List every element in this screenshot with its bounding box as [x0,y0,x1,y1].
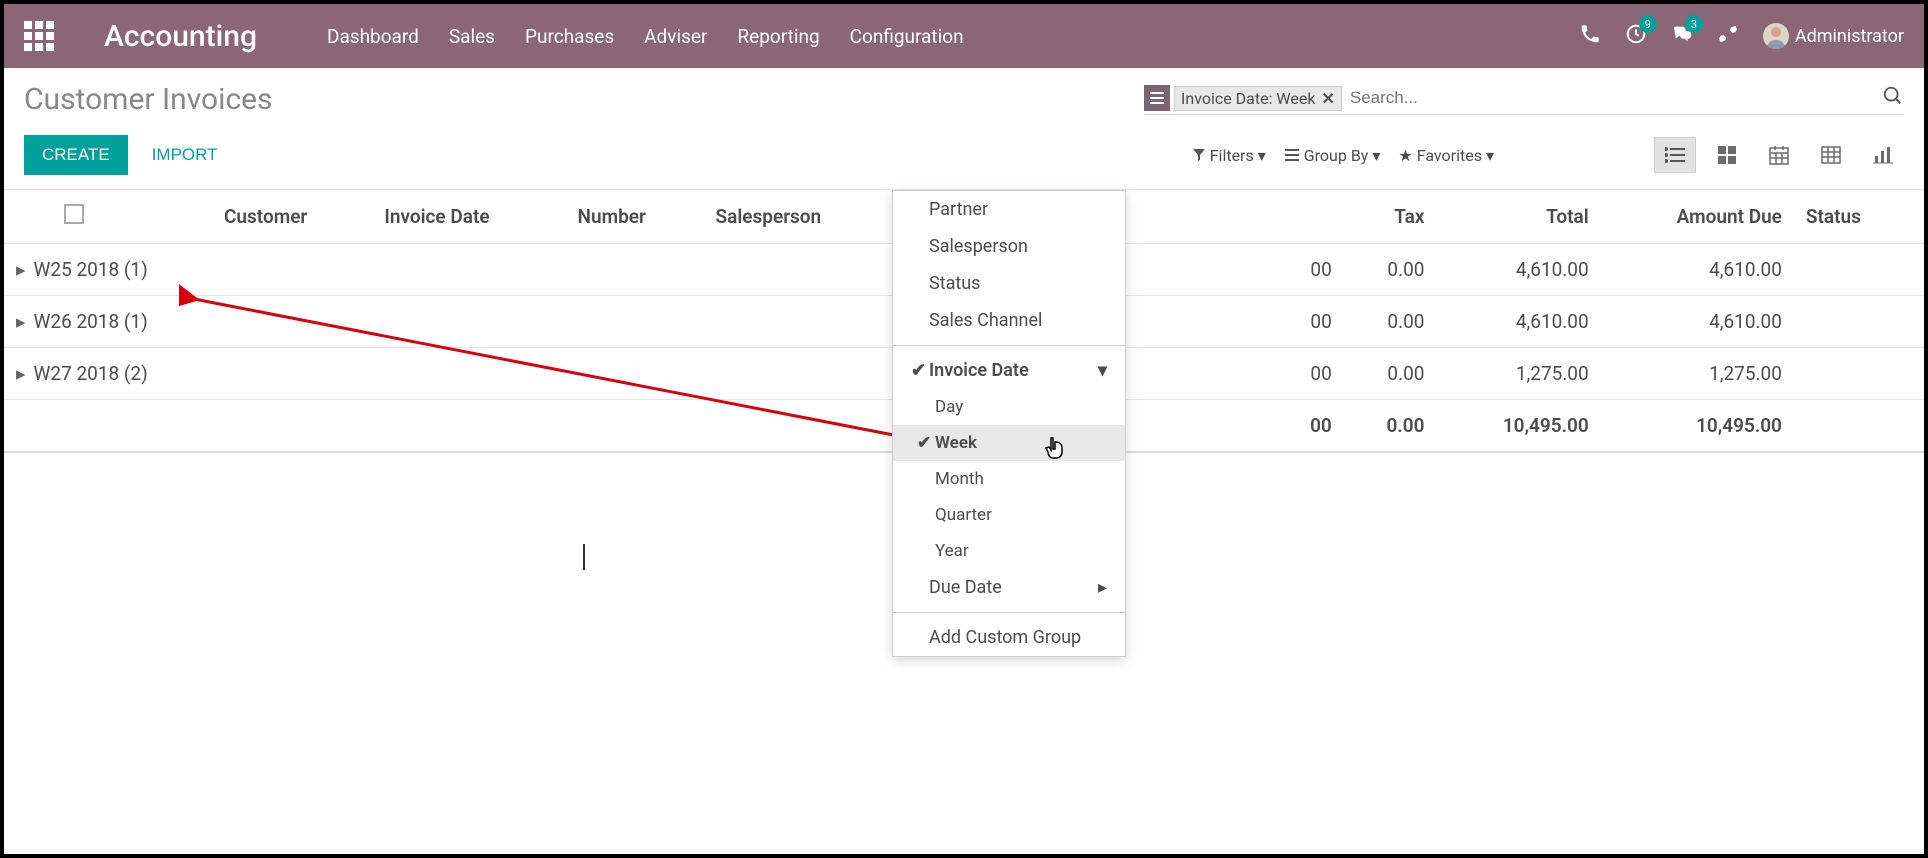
cell-total: 4,610.00 [1436,244,1600,296]
nav-dashboard[interactable]: Dashboard [327,25,419,48]
groupby-due-date[interactable]: Due Date ▸ [893,569,1125,606]
activities-icon[interactable]: 9 [1625,23,1647,49]
view-pivot-icon[interactable] [1810,137,1852,173]
view-kanban-icon[interactable] [1706,137,1748,173]
group-label: W26 2018 (1) [34,310,148,333]
groupby-menu: Partner Salesperson Status Sales Channel… [892,190,1126,657]
col-total[interactable]: Total [1436,190,1600,244]
check-icon: ✔ [911,360,929,381]
facet-remove-icon[interactable]: ✕ [1321,89,1334,108]
nav-sales[interactable]: Sales [449,25,495,48]
chevron-right-icon: ▸ [16,310,26,333]
period-quarter[interactable]: Quarter [893,497,1125,533]
select-all-checkbox[interactable] [64,204,84,224]
annotation-arrow [179,284,919,464]
period-week[interactable]: ✔ Week [893,425,1125,461]
user-name: Administrator [1795,26,1904,47]
col-salesperson[interactable]: Salesperson [704,190,898,244]
phone-icon[interactable] [1579,23,1601,49]
col-amount-due[interactable]: Amount Due [1601,190,1794,244]
activities-badge: 9 [1639,15,1657,33]
cell-amount-due: 1,275.00 [1601,348,1794,400]
groupby-partner[interactable]: Partner [893,191,1125,228]
view-list-icon[interactable] [1654,137,1696,173]
create-button[interactable]: CREATE [24,135,128,175]
nav-adviser[interactable]: Adviser [644,25,707,48]
check-icon: ✔ [917,433,935,453]
groupby-sales-channel[interactable]: Sales Channel [893,302,1125,339]
total-amount-due: 10,495.00 [1601,400,1794,453]
col-customer[interactable]: Customer [212,190,372,244]
search-input[interactable] [1342,84,1882,112]
facet-label: Invoice Date: Week [1181,89,1315,108]
page-title: Customer Invoices [24,82,273,117]
cell-amount-due: 4,610.00 [1601,244,1794,296]
total-partial: 00 [1174,400,1344,453]
view-graph-icon[interactable] [1862,137,1904,173]
text-caret [583,544,585,570]
cursor-icon [1044,436,1068,464]
brand-title: Accounting [104,19,257,54]
group-label: W27 2018 (2) [34,362,148,385]
period-day[interactable]: Day [893,389,1125,425]
total-total: 10,495.00 [1436,400,1600,453]
favorites-dropdown[interactable]: ★ Favorites ▾ [1398,146,1494,165]
col-number[interactable]: Number [566,190,704,244]
period-year[interactable]: Year [893,533,1125,569]
group-label: W25 2018 (1) [34,258,148,281]
cell-tax: 0.00 [1344,244,1437,296]
groupby-status[interactable]: Status [893,265,1125,302]
groupby-dropdown[interactable]: Group By ▾ [1284,146,1381,165]
cell-tax: 0.00 [1344,296,1437,348]
nav-purchases[interactable]: Purchases [525,25,614,48]
user-menu[interactable]: Administrator [1763,23,1904,49]
nav-reporting[interactable]: Reporting [737,25,819,48]
col-invoice-date[interactable]: Invoice Date [372,190,565,244]
period-month[interactable]: Month [893,461,1125,497]
cell-tax: 0.00 [1344,348,1437,400]
apps-launcher-icon[interactable] [24,21,64,51]
messages-badge: 3 [1685,15,1703,33]
import-button[interactable]: IMPORT [152,145,218,165]
groupby-invoice-date[interactable]: ✔ Invoice Date ▾ [893,352,1125,389]
chevron-right-icon: ▸ [16,258,26,281]
col-status[interactable]: Status [1794,190,1924,244]
groupby-salesperson[interactable]: Salesperson [893,228,1125,265]
nav-configuration[interactable]: Configuration [850,25,964,48]
avatar-icon [1763,23,1789,49]
cell-partial: 00 [1174,244,1344,296]
messages-icon[interactable]: 3 [1671,23,1693,49]
total-tax: 0.00 [1344,400,1437,453]
cell-amount-due: 4,610.00 [1601,296,1794,348]
settings-icon[interactable] [1717,23,1739,49]
favorites-label: Favorites [1417,146,1482,165]
view-calendar-icon[interactable] [1758,137,1800,173]
groupby-facet-icon [1144,85,1170,111]
col-tax[interactable]: Tax [1344,190,1437,244]
cell-partial: 00 [1174,348,1344,400]
filters-dropdown[interactable]: Filters ▾ [1192,146,1266,165]
cell-partial: 00 [1174,296,1344,348]
search-icon[interactable] [1882,85,1904,111]
groupby-label: Group By [1304,146,1369,165]
search-facet[interactable]: Invoice Date: Week ✕ [1174,86,1342,111]
caret-right-icon: ▸ [1098,577,1107,598]
search-area[interactable]: Invoice Date: Week ✕ [1144,84,1904,115]
filters-label: Filters [1210,146,1254,165]
add-custom-group[interactable]: Add Custom Group [893,619,1125,656]
cell-total: 4,610.00 [1436,296,1600,348]
cell-total: 1,275.00 [1436,348,1600,400]
caret-down-icon: ▾ [1098,360,1107,381]
chevron-right-icon: ▸ [16,362,26,385]
